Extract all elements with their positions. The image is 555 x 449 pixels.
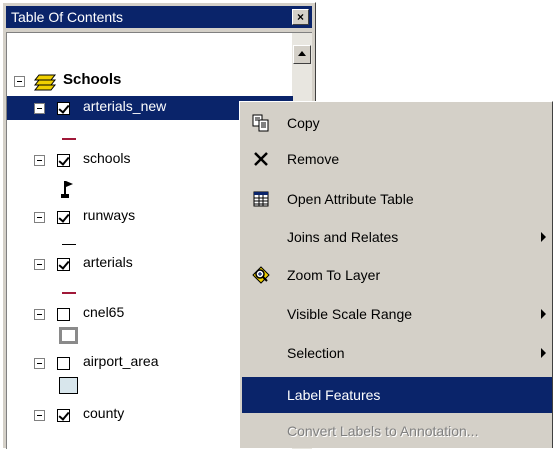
collapse-toggle-icon[interactable] <box>34 309 45 320</box>
menu-item-open-attribute-table[interactable]: Open Attribute Table <box>242 181 552 217</box>
layer-label-airport-area[interactable]: airport_area <box>83 353 159 369</box>
collapse-toggle-icon[interactable] <box>34 259 45 270</box>
scroll-up-arrow-icon[interactable] <box>293 45 311 64</box>
zoom-to-layer-icon <box>252 266 270 284</box>
table-icon <box>253 191 269 207</box>
submenu-arrow-icon <box>541 348 546 358</box>
collapse-toggle-icon[interactable] <box>34 410 45 421</box>
layer-label-arterials[interactable]: arterials <box>83 254 133 270</box>
line-symbol <box>62 292 76 294</box>
window-title: Table Of Contents <box>11 9 124 25</box>
menu-item-label: Open Attribute Table <box>287 191 414 207</box>
menu-item-remove[interactable]: Remove <box>242 141 552 177</box>
layer-context-menu: Copy Remove Open Attribute Table Joins a… <box>239 101 553 448</box>
window-title-bar[interactable]: Table Of Contents × <box>6 6 312 28</box>
layer-label-county[interactable]: county <box>83 405 124 421</box>
close-icon: × <box>296 10 304 24</box>
layer-visibility-checkbox[interactable] <box>57 258 70 271</box>
remove-icon <box>254 152 268 166</box>
collapse-toggle-icon[interactable] <box>14 76 25 87</box>
data-frame-label[interactable]: Schools <box>63 71 121 88</box>
polygon-outline-symbol <box>59 327 78 344</box>
menu-item-label-features[interactable]: Label Features <box>242 377 552 413</box>
collapse-toggle-icon[interactable] <box>34 358 45 369</box>
layer-label-cnel65[interactable]: cnel65 <box>83 304 124 320</box>
school-flag-symbol-icon <box>61 181 73 198</box>
line-symbol <box>62 138 76 140</box>
line-symbol <box>62 244 76 245</box>
menu-item-label: Visible Scale Range <box>287 306 413 322</box>
layer-visibility-checkbox[interactable] <box>57 102 70 115</box>
collapse-toggle-icon[interactable] <box>34 103 45 114</box>
menu-item-selection[interactable]: Selection <box>242 335 552 371</box>
menu-item-label: Joins and Relates <box>287 229 399 245</box>
submenu-arrow-icon <box>541 232 546 242</box>
layer-label-schools[interactable]: schools <box>83 150 130 166</box>
layer-label-runways[interactable]: runways <box>83 207 135 223</box>
layer-visibility-checkbox[interactable] <box>57 409 70 422</box>
menu-item-label: Convert Labels to Annotation... <box>287 423 479 439</box>
menu-item-joins-and-relates[interactable]: Joins and Relates <box>242 219 552 255</box>
submenu-arrow-icon <box>541 309 546 319</box>
copy-icon <box>252 114 269 132</box>
menu-item-label: Label Features <box>287 387 381 403</box>
collapse-toggle-icon[interactable] <box>34 155 45 166</box>
menu-item-zoom-to-layer[interactable]: Zoom To Layer <box>242 257 552 293</box>
menu-item-label: Selection <box>287 345 345 361</box>
layer-visibility-checkbox[interactable] <box>57 154 70 167</box>
menu-item-copy[interactable]: Copy <box>242 105 552 141</box>
close-button[interactable]: × <box>292 9 309 25</box>
layer-visibility-checkbox[interactable] <box>57 211 70 224</box>
menu-item-convert-labels-to-annotation: Convert Labels to Annotation... <box>242 413 552 449</box>
menu-item-label: Zoom To Layer <box>287 267 381 283</box>
layer-label-arterials-new[interactable]: arterials_new <box>83 98 166 114</box>
polygon-fill-symbol <box>59 377 78 394</box>
menu-item-label: Remove <box>287 151 340 167</box>
layer-visibility-checkbox[interactable] <box>57 308 70 321</box>
layer-visibility-checkbox[interactable] <box>57 357 70 370</box>
menu-item-visible-scale-range[interactable]: Visible Scale Range <box>242 296 552 332</box>
collapse-toggle-icon[interactable] <box>34 212 45 223</box>
menu-item-label: Copy <box>287 115 320 131</box>
data-frame-layers-icon <box>33 74 57 91</box>
